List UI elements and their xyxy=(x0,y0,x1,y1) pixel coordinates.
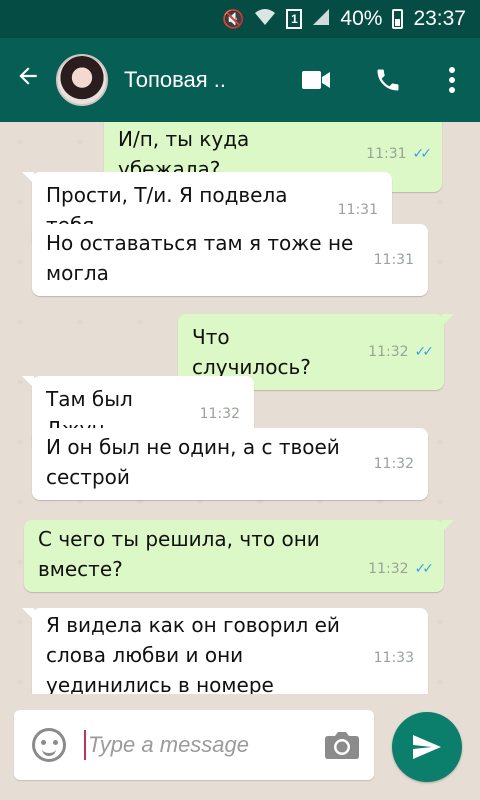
message-time: 11:31 xyxy=(366,146,407,162)
message-time: 11:31 xyxy=(373,252,414,268)
message-bubble-incoming[interactable]: Но оставаться там я тоже не могла 11:31 xyxy=(32,224,428,296)
video-icon[interactable] xyxy=(280,69,352,91)
send-button[interactable] xyxy=(392,712,462,782)
message-input-box[interactable]: Type a message xyxy=(14,710,374,780)
emoji-icon[interactable] xyxy=(14,728,84,762)
composer: Type a message xyxy=(0,694,480,800)
message-time: 11:31 xyxy=(337,202,378,218)
message-time: 11:32 xyxy=(368,561,409,577)
message-time: 11:32 xyxy=(199,406,240,422)
message-input[interactable]: Type a message xyxy=(88,732,310,758)
message-list[interactable]: И/п, ты куда убежала? 11:31 ✓✓ Прости, Т… xyxy=(0,122,480,694)
send-icon xyxy=(413,735,441,759)
read-ticks-icon: ✓✓ xyxy=(412,146,433,162)
message-time: 11:32 xyxy=(373,456,414,472)
chat-header: Топовая .. xyxy=(0,38,480,122)
message-text: Что случилось? xyxy=(192,325,311,379)
more-vert-icon[interactable] xyxy=(424,66,480,94)
message-time: 11:32 xyxy=(368,344,409,360)
battery-percent: 40% xyxy=(340,7,383,30)
message-text: И он был не один, а с твоей сестрой xyxy=(46,435,340,489)
message-bubble-outgoing[interactable]: С чего ты решила, что они вместе? 11:32 … xyxy=(24,520,454,592)
battery-icon xyxy=(392,9,404,29)
message-bubble-incoming[interactable]: Я видела как он говорил ей слова любви и… xyxy=(22,608,428,694)
message-bubble-incoming[interactable]: И он был не один, а с твоей сестрой 11:3… xyxy=(32,428,428,500)
clock: 23:37 xyxy=(413,7,466,30)
camera-icon[interactable] xyxy=(310,730,374,760)
message-text: С чего ты решила, что они вместе? xyxy=(38,527,320,581)
arrow-left-icon[interactable] xyxy=(0,63,56,97)
phone-icon[interactable] xyxy=(352,66,424,94)
contact-name[interactable]: Топовая .. xyxy=(124,67,280,93)
message-text: Но оставаться там я тоже не могла xyxy=(46,231,354,285)
mute-icon: 🔇 xyxy=(221,8,245,29)
read-ticks-icon: ✓✓ xyxy=(414,561,435,577)
wifi-icon xyxy=(254,8,276,31)
read-ticks-icon: ✓✓ xyxy=(414,344,435,360)
signal-icon xyxy=(312,8,330,31)
message-text: Я видела как он говорил ей слова любви и… xyxy=(46,613,340,694)
avatar[interactable] xyxy=(56,54,108,106)
message-time: 11:33 xyxy=(373,650,414,666)
text-caret xyxy=(84,730,86,760)
sim-icon: 1 xyxy=(286,9,303,29)
status-bar: 🔇 1 40% 23:37 xyxy=(0,0,480,38)
